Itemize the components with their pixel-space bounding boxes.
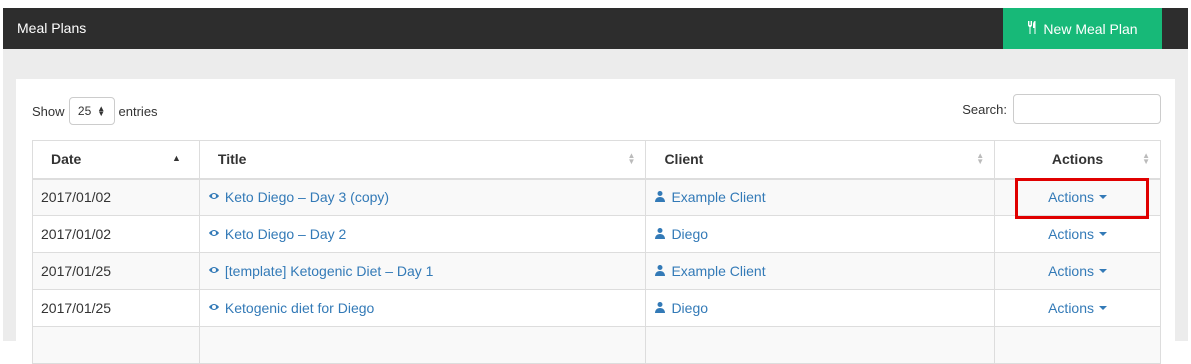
meal-plan-title: Ketogenic diet for Diego — [224, 300, 375, 316]
client-cell: Example Client — [645, 252, 996, 290]
select-arrows-icon: ▲ ▼ — [97, 104, 106, 118]
show-label: Show — [32, 103, 65, 119]
search-label: Search: — [962, 101, 1007, 117]
top-bar: Meal Plans New Meal Plan — [3, 8, 1188, 49]
actions-label: Actions — [1048, 263, 1095, 279]
meal-plan-title: Keto Diego – Day 3 (copy) — [224, 189, 390, 206]
cutlery-icon — [1027, 20, 1038, 37]
title-cell: Keto Diego – Day 2 — [198, 215, 647, 253]
sort-icon: ▲ ▼ — [976, 151, 985, 166]
column-header-client[interactable]: Client ▲ ▼ — [645, 140, 996, 180]
meal-plans-table: Date ▲ Title ▲▼ Client ▲▼ Actions ▲▼ — [32, 140, 1161, 364]
caret-down-icon — [1099, 269, 1108, 273]
title-cell: Keto Diego – Day 3 (copy) — [198, 178, 647, 216]
actions-label: Actions — [1048, 300, 1095, 316]
search-control: Search: — [962, 94, 1161, 124]
actions-cell — [994, 326, 1161, 364]
user-icon — [654, 189, 666, 205]
date-cell: 2017/01/02 — [32, 215, 200, 253]
eye-icon — [208, 300, 220, 316]
page-title: Meal Plans — [17, 20, 87, 36]
caret-down-icon — [1099, 306, 1108, 310]
title-cell: Ketogenic diet for Diego — [198, 289, 647, 327]
meal-plan-title: Keto Diego – Day 2 — [224, 226, 347, 242]
meal-plan-link[interactable]: Keto Diego – Day 3 (copy) — [208, 189, 389, 205]
date-cell: 2017/01/25 — [32, 289, 200, 327]
client-name: Example Client — [671, 189, 766, 206]
sort-icon: ▲ ▼ — [1142, 151, 1150, 166]
new-meal-plan-label: New Meal Plan — [1043, 20, 1138, 37]
date-cell: 2017/01/02 — [32, 178, 200, 216]
column-header-date[interactable]: Date ▲ — [32, 140, 200, 180]
table-row: 2017/01/25 [template] Ketogenic Diet – D… — [32, 252, 1161, 290]
client-name: Example Client — [671, 263, 766, 279]
client-link[interactable]: Example Client — [654, 189, 766, 206]
column-label-date: Date — [51, 151, 82, 168]
title-cell — [198, 326, 647, 364]
client-link[interactable]: Diego — [654, 300, 708, 316]
meal-plan-link[interactable]: Keto Diego – Day 2 — [208, 226, 346, 242]
client-cell: Diego — [645, 289, 996, 327]
actions-label: Actions — [1048, 226, 1095, 242]
meal-plan-link[interactable]: [template] Ketogenic Diet – Day 1 — [208, 263, 434, 279]
caret-down-icon — [1099, 232, 1108, 236]
eye-icon — [208, 226, 220, 242]
actions-dropdown-button[interactable]: Actions — [1048, 300, 1108, 316]
page: Meal Plans New Meal Plan Show 25 ▲ ▼ entr… — [0, 0, 1191, 364]
new-meal-plan-button[interactable]: New Meal Plan — [1003, 8, 1162, 49]
search-input[interactable] — [1013, 94, 1161, 124]
client-name: Diego — [671, 300, 709, 316]
client-link[interactable]: Diego — [654, 226, 708, 242]
table-row-partial — [32, 326, 1161, 364]
column-header-actions[interactable]: Actions ▲ ▼ — [994, 140, 1161, 180]
user-icon — [654, 263, 666, 279]
length-control: Show 25 ▲ ▼ entries — [32, 97, 158, 125]
actions-cell: Actions — [994, 289, 1161, 327]
client-cell: Example Client — [645, 178, 996, 216]
meal-plan-link[interactable]: Ketogenic diet for Diego — [208, 300, 374, 316]
column-label-client: Client — [664, 151, 704, 168]
table-header-row: Date ▲ Title ▲ ▼ Client ▲ ▼ Actions ▲ ▼ — [32, 140, 1161, 180]
date-cell — [32, 326, 200, 364]
client-link[interactable]: Example Client — [654, 263, 766, 279]
actions-dropdown-button[interactable]: Actions — [1048, 226, 1108, 242]
highlight-annotation — [1015, 178, 1149, 219]
meal-plans-panel: Show 25 ▲▼ entries Search: Date ▲ Title — [16, 79, 1175, 364]
actions-cell: Actions — [994, 252, 1161, 290]
column-label-actions: Actions — [1051, 151, 1104, 168]
table-row: 2017/01/02 Keto Diego – Day 2 Diego Acti… — [32, 215, 1161, 253]
entries-select[interactable]: 25 ▲ ▼ — [68, 97, 115, 125]
client-name: Diego — [671, 226, 709, 242]
user-icon — [654, 300, 666, 316]
column-header-title[interactable]: Title ▲ ▼ — [198, 140, 647, 180]
eye-icon — [208, 189, 220, 205]
client-cell: Diego — [645, 215, 996, 253]
actions-dropdown-button[interactable]: Actions — [1048, 263, 1108, 279]
client-cell — [645, 326, 996, 364]
user-icon — [654, 226, 666, 242]
sort-ascending-icon: ▲ — [171, 153, 181, 163]
meal-plan-title: [template] Ketogenic Diet – Day 1 — [224, 263, 434, 279]
title-cell: [template] Ketogenic Diet – Day 1 — [198, 252, 647, 290]
table-row: 2017/01/25 Ketogenic diet for Diego Dieg… — [32, 289, 1161, 327]
column-label-title: Title — [217, 151, 247, 168]
actions-cell: Actions — [994, 215, 1161, 253]
table-row: 2017/01/02 Keto Diego – Day 3 (copy) Exa… — [32, 178, 1161, 216]
date-cell: 2017/01/25 — [32, 252, 200, 290]
eye-icon — [208, 263, 220, 279]
entries-label: entries — [118, 103, 158, 119]
entries-value: 25 — [77, 104, 92, 118]
sort-icon: ▲ ▼ — [627, 151, 636, 166]
